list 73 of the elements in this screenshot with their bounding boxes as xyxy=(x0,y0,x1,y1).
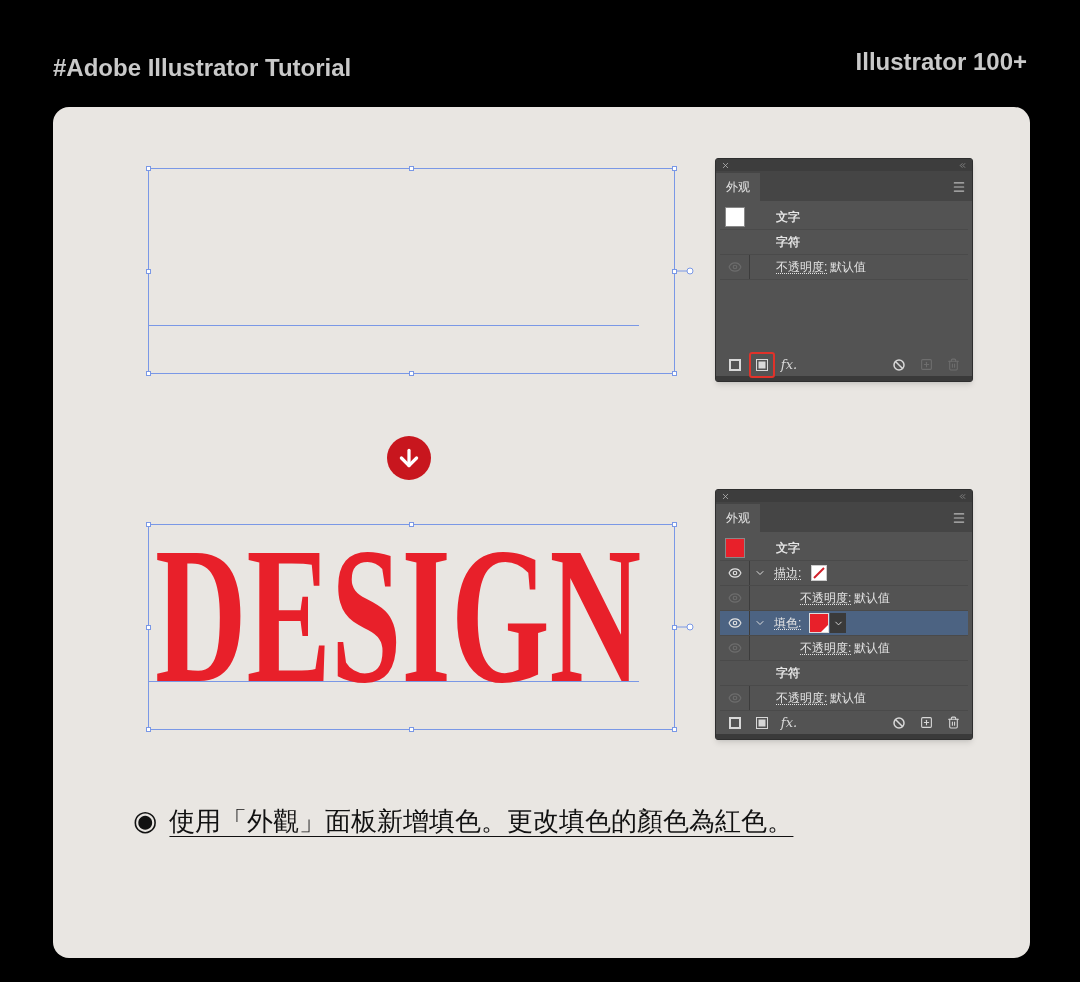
selection-handle[interactable] xyxy=(409,522,414,527)
filled-square-icon xyxy=(756,716,768,729)
close-icon[interactable] xyxy=(721,491,730,501)
group-label: 字符 xyxy=(776,665,800,682)
text-frame[interactable]: DESIGN xyxy=(148,524,675,730)
selection-handle[interactable] xyxy=(146,166,151,171)
selection-handle[interactable] xyxy=(409,727,414,732)
selection-handle[interactable] xyxy=(409,371,414,376)
appearance-row[interactable]: 不透明度: 默认值 xyxy=(720,686,968,711)
menu-icon[interactable] xyxy=(952,511,966,525)
group-label: 字符 xyxy=(776,234,800,251)
selection-handle[interactable] xyxy=(672,625,677,630)
collapse-icon[interactable] xyxy=(958,491,967,501)
selection-handle[interactable] xyxy=(146,269,151,274)
no-stroke-swatch[interactable] xyxy=(811,565,828,581)
menu-icon[interactable] xyxy=(952,180,966,194)
appearance-row[interactable]: 字符 xyxy=(720,661,968,686)
attribute-label[interactable]: 不透明度: xyxy=(800,639,852,657)
collapse-icon[interactable] xyxy=(958,160,967,170)
appearance-row[interactable]: 不透明度: 默认值 xyxy=(720,255,968,280)
fill-swatch[interactable] xyxy=(809,613,830,633)
trash-icon xyxy=(946,716,960,729)
square-icon xyxy=(729,716,741,729)
object-label: 文字 xyxy=(776,540,800,557)
attribute-label[interactable]: 不透明度: xyxy=(776,689,828,707)
appearance-row[interactable]: 填色: xyxy=(720,611,968,636)
plus-square-icon xyxy=(919,358,933,371)
port-icon[interactable] xyxy=(676,623,694,631)
selection-handle[interactable] xyxy=(672,166,677,171)
swatch-dropdown[interactable] xyxy=(830,613,847,633)
appearance-row[interactable]: 描边: xyxy=(720,561,968,586)
fx-button[interactable]: fx. xyxy=(776,351,802,378)
attribute-label[interactable]: 不透明度: xyxy=(776,258,828,276)
panel-tab[interactable]: 外观 xyxy=(716,173,760,201)
selection-handle[interactable] xyxy=(146,727,151,732)
prohibited-icon xyxy=(893,716,905,729)
tutorial-hashtag: #Adobe Illustrator Tutorial xyxy=(53,53,352,83)
attribute-label[interactable]: 不透明度: xyxy=(800,589,852,607)
panel-tab[interactable]: 外观 xyxy=(716,504,760,532)
selection-handle[interactable] xyxy=(409,166,414,171)
selection-handle[interactable] xyxy=(672,727,677,732)
selection-handle[interactable] xyxy=(672,371,677,376)
selection-handle[interactable] xyxy=(672,522,677,527)
series-title: Illustrator 100+ xyxy=(855,47,1027,77)
port-icon[interactable] xyxy=(676,267,694,275)
attribute-label[interactable]: 描边: xyxy=(774,564,802,582)
selection-handle[interactable] xyxy=(672,269,677,274)
eye-icon[interactable] xyxy=(727,616,742,630)
square-icon xyxy=(729,358,741,371)
appearance-row[interactable]: 字符 xyxy=(720,230,968,255)
trash-icon xyxy=(946,358,960,371)
appearance-row[interactable]: 文字 xyxy=(720,536,968,561)
close-icon[interactable] xyxy=(721,160,730,170)
eye-icon[interactable] xyxy=(727,566,742,580)
opacity-value: 默认值 xyxy=(854,590,891,607)
appearance-row[interactable]: 不透明度: 默认值 xyxy=(720,636,968,661)
fx-button[interactable]: fx. xyxy=(776,709,802,736)
opacity-value: 默认值 xyxy=(830,690,867,707)
plus-square-icon xyxy=(919,716,933,729)
panel-footer-button[interactable] xyxy=(749,351,775,378)
filled-square-icon xyxy=(756,358,768,371)
appearance-row[interactable]: 文字 xyxy=(720,205,968,230)
selection-handle[interactable] xyxy=(146,522,151,527)
opacity-value: 默认值 xyxy=(854,640,891,657)
object-label: 文字 xyxy=(776,209,800,226)
attribute-label[interactable]: 填色: xyxy=(774,614,802,632)
selection-handle[interactable] xyxy=(146,625,151,630)
prohibited-icon xyxy=(893,358,905,371)
opacity-value: 默认值 xyxy=(830,259,867,276)
bullet-mark: ◉ xyxy=(133,803,158,839)
selection-handle[interactable] xyxy=(146,371,151,376)
artwork-text: DESIGN xyxy=(155,542,642,689)
caption-text: 使用「外觀」面板新增填色。更改填色的顏色為紅色。 xyxy=(169,804,794,838)
